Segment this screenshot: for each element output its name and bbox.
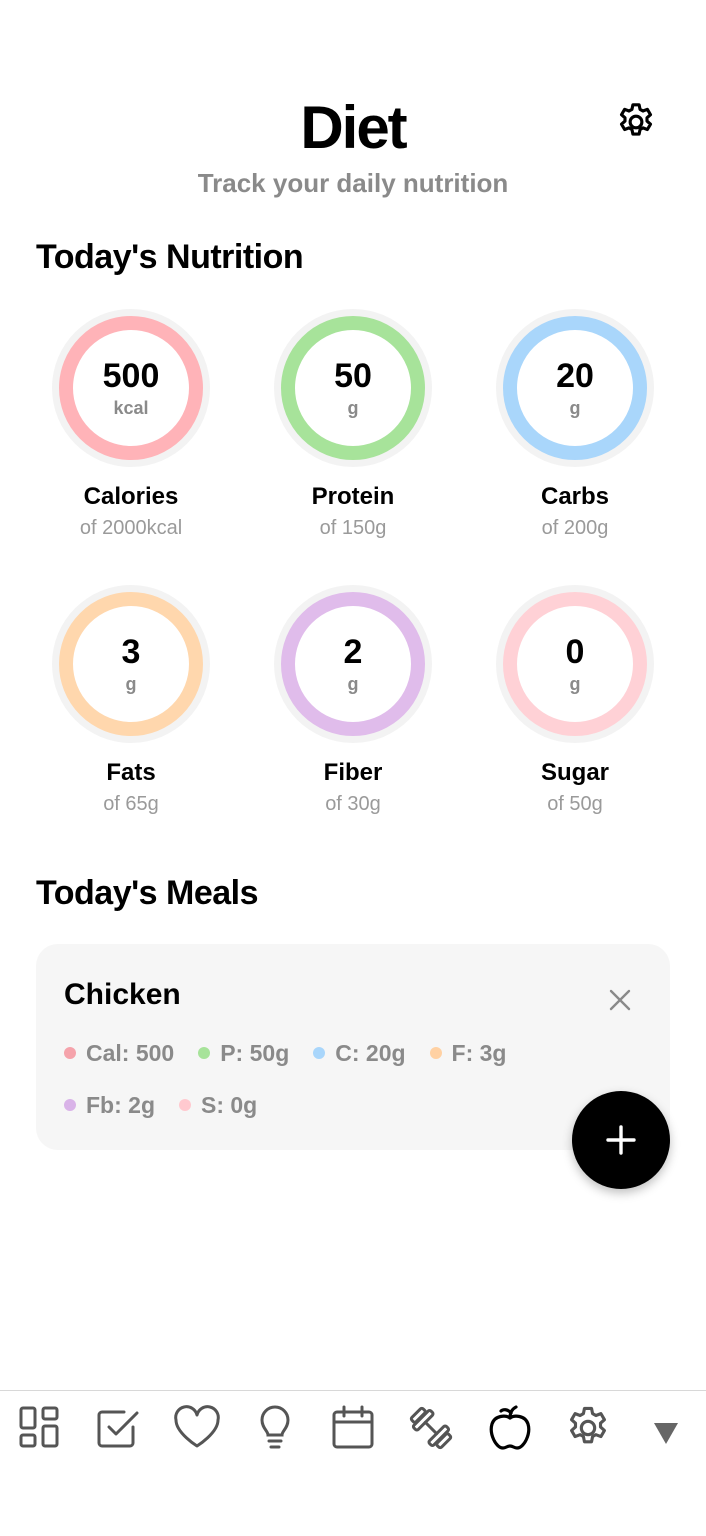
tab-ideas[interactable] — [250, 1403, 300, 1453]
ring-text: 2g — [273, 584, 433, 744]
settings-button[interactable] — [614, 100, 658, 144]
meal-stat-protein: P: 50g — [198, 1040, 289, 1066]
lightbulb-icon — [260, 1405, 290, 1449]
tab-workout[interactable] — [406, 1403, 456, 1453]
nutrient-label: Protein — [311, 483, 395, 510]
gear-icon — [569, 1406, 607, 1444]
nutrient-unit: g — [125, 674, 137, 694]
nutrient-value: 500 — [102, 357, 160, 395]
nutrient-ring: 50 g — [273, 308, 433, 468]
nutrient-value: 50 — [334, 357, 372, 395]
meal-stat-fiber: Fb: 2g — [64, 1092, 155, 1118]
ring-text: 3g — [51, 584, 211, 744]
nutrient-unit: g — [347, 398, 359, 418]
dumbbell-icon — [409, 1406, 453, 1450]
nutrient-unit: g — [569, 674, 581, 694]
carbs-dot — [313, 1047, 326, 1059]
ring-text: 20 g — [495, 308, 655, 468]
meal-stats: Cal: 500 P: 50g C: 20g F: 3g Fb: 2g S: 0… — [64, 1040, 584, 1118]
bottom-tab-bar — [0, 1390, 706, 1536]
ring-text: 500 kcal — [51, 308, 211, 468]
nutrient-ring: 20 g — [495, 308, 655, 468]
heart-icon — [174, 1405, 220, 1448]
apple-icon — [489, 1405, 531, 1450]
add-meal-button[interactable] — [572, 1091, 670, 1189]
calories-dot — [64, 1047, 76, 1059]
nutrient-value: 20 — [556, 357, 594, 395]
nutrient-value: 2 — [343, 633, 363, 671]
tab-tasks[interactable] — [93, 1403, 143, 1453]
stat-text: P: 50g — [220, 1040, 290, 1066]
nutrient-fiber: 2g Fiber of 30g — [242, 584, 464, 816]
nutrient-unit: g — [347, 674, 359, 694]
fiber-dot — [64, 1099, 76, 1111]
nutrient-goal: of 30g — [325, 793, 381, 815]
page-title: Diet — [300, 94, 407, 161]
delete-meal-button[interactable] — [602, 982, 638, 1018]
nutrient-protein: 50 g Protein of 150g — [242, 308, 464, 540]
tab-settings[interactable] — [563, 1403, 613, 1453]
tab-health[interactable] — [172, 1403, 222, 1453]
tab-dashboard[interactable] — [15, 1403, 65, 1453]
nutrient-label: Carbs — [540, 483, 610, 510]
nutrient-goal: of 50g — [547, 793, 603, 815]
nutrient-fats: 3g Fats of 65g — [20, 584, 242, 816]
plus-icon — [606, 1125, 636, 1155]
nutrient-goal: of 65g — [103, 793, 159, 815]
nutrient-ring: 0g — [495, 584, 655, 744]
tab-calendar[interactable] — [328, 1403, 378, 1453]
stat-text: C: 20g — [335, 1040, 406, 1066]
gear-icon — [619, 103, 653, 136]
nutrient-carbs: 20 g Carbs of 200g — [464, 308, 686, 540]
nutrient-label: Calories — [83, 483, 179, 510]
stat-text: Fb: 2g — [86, 1092, 155, 1118]
nutrition-grid-row-2: 3g Fats of 65g 2g Fiber of 30g 0g Sugar … — [20, 584, 686, 816]
ring-text: 50 g — [273, 308, 433, 468]
dashboard-icon — [19, 1406, 59, 1448]
meal-name: Chicken — [64, 978, 181, 1011]
close-icon — [609, 989, 631, 1011]
nutrient-sugar: 0g Sugar of 50g — [464, 584, 686, 816]
stat-text: Cal: 500 — [86, 1040, 175, 1066]
nutrient-goal: of 150g — [319, 517, 387, 539]
page-header: Diet Track your daily nutrition — [0, 92, 706, 199]
nutrient-goal: of 200g — [541, 517, 609, 539]
stat-text: S: 0g — [201, 1092, 258, 1118]
triangle-down-icon — [654, 1423, 678, 1444]
nutrient-ring: 3g — [51, 584, 211, 744]
nutrient-value: 0 — [565, 633, 585, 671]
nutrient-calories: 500 kcal Calories of 2000kcal — [20, 308, 242, 540]
nutrient-goal: of 2000kcal — [79, 517, 183, 539]
stat-text: F: 3g — [451, 1040, 507, 1066]
checkbox-icon — [97, 1410, 139, 1448]
nutrient-unit: g — [569, 398, 581, 418]
tab-diet[interactable] — [485, 1403, 535, 1453]
tab-more[interactable] — [641, 1403, 691, 1453]
nutrient-label: Fiber — [323, 759, 383, 786]
nutrient-label: Fats — [106, 759, 156, 786]
protein-dot — [198, 1047, 211, 1059]
meal-stat-fats: F: 3g — [429, 1040, 507, 1066]
fats-dot — [429, 1047, 442, 1059]
meal-stat-sugar: S: 0g — [179, 1092, 257, 1118]
nutrient-ring: 2g — [273, 584, 433, 744]
meal-card[interactable]: Chicken Cal: 500 P: 50g C: 20g F: 3g Fb:… — [36, 944, 670, 1150]
nutrient-label: Sugar — [540, 759, 609, 786]
nutrient-unit: kcal — [113, 398, 149, 418]
meals-section-title: Today's Meals — [36, 874, 259, 912]
page-subtitle: Track your daily nutrition — [197, 168, 509, 198]
ring-text: 0g — [495, 584, 655, 744]
nutrient-value: 3 — [121, 633, 141, 671]
meal-stat-calories: Cal: 500 — [64, 1040, 174, 1066]
meal-stat-carbs: C: 20g — [313, 1040, 406, 1066]
calendar-icon — [332, 1405, 374, 1449]
nutrition-grid-row-1: 500 kcal Calories of 2000kcal 50 g Protein… — [20, 308, 686, 540]
nutrition-section-title: Today's Nutrition — [36, 238, 304, 276]
nutrient-ring: 500 kcal — [51, 308, 211, 468]
sugar-dot — [179, 1099, 191, 1111]
